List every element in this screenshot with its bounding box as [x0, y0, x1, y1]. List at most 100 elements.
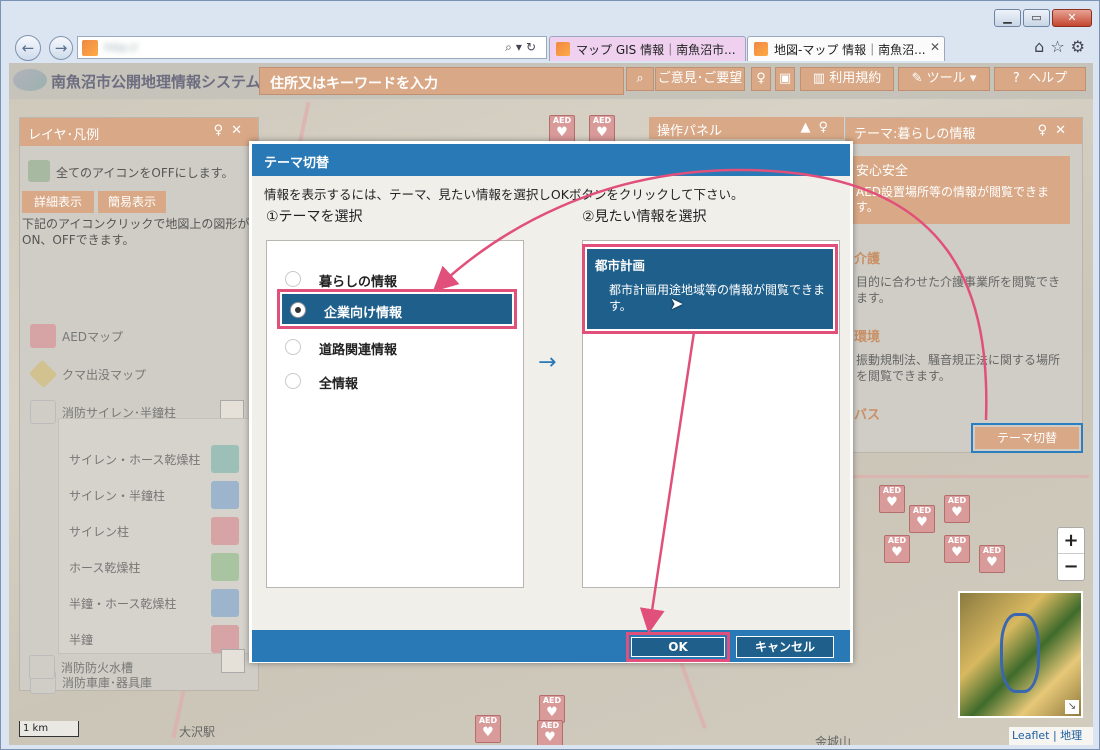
aed-marker-icon[interactable]: AED — [879, 485, 905, 513]
aed-marker-icon[interactable]: AED — [884, 535, 910, 563]
theme-list: 暮らしの情報 企業向け情報 道路関連情報 全情報 — [266, 240, 524, 588]
expand-icon[interactable]: ↘ — [1065, 700, 1079, 714]
sub-item[interactable]: サイレン・ホース乾燥柱 — [69, 445, 239, 473]
theme-card-care-desc: 目的に合わせた介護事業所を閲覧できます。 — [856, 275, 1061, 305]
search-button[interactable]: ⌕ — [626, 67, 654, 91]
address-bar[interactable]: http:// ⌕▾↻ — [77, 36, 547, 59]
pin-icon[interactable]: ♀ — [1038, 123, 1056, 138]
aed-marker-icon[interactable]: AED — [475, 715, 501, 743]
forward-button[interactable]: → — [49, 36, 73, 60]
theme-option-corporate[interactable]: 企業向け情報 — [277, 289, 517, 329]
zoom-out-button[interactable]: − — [1058, 555, 1084, 581]
sub-item[interactable]: 半鐘 — [69, 625, 239, 653]
aed-marker-icon[interactable]: AED — [589, 115, 615, 143]
aed-marker-icon[interactable]: AED — [944, 495, 970, 523]
theme-card-env-title[interactable]: 環境 — [854, 326, 880, 345]
collapse-icon[interactable]: ▲ — [800, 120, 818, 135]
water-tank-icon — [29, 655, 55, 679]
theme-card-care-title[interactable]: 介護 — [854, 248, 880, 267]
map-off-icon[interactable] — [28, 160, 50, 182]
sub-item[interactable]: ホース乾燥柱 — [69, 553, 239, 581]
address-text[interactable]: http:// — [104, 41, 484, 55]
help-label: ヘルプ — [1028, 71, 1068, 86]
dropdown-icon[interactable]: ▾ — [516, 40, 526, 54]
aed-marker-icon[interactable]: AED — [944, 535, 970, 563]
zoom-in-button[interactable]: + — [1058, 528, 1084, 554]
simple-view-button[interactable]: 簡易表示 — [98, 191, 166, 213]
legend-icon[interactable] — [221, 649, 245, 673]
theme-option-road[interactable]: 道路関連情報 — [277, 331, 513, 363]
close-icon[interactable]: ✕ — [1055, 123, 1074, 138]
chat-icon: ▣ — [778, 71, 792, 86]
radio-button[interactable] — [285, 373, 301, 389]
home-icon[interactable]: ⌂ — [1034, 37, 1050, 56]
chat-button[interactable]: ▣ — [775, 67, 795, 91]
sub-item[interactable]: サイレン・半鐘柱 — [69, 481, 239, 509]
radio-button[interactable] — [285, 339, 301, 355]
arrow-right-icon: → — [538, 350, 557, 375]
ok-button[interactable]: OK — [631, 637, 725, 657]
info-option-urban-planning[interactable]: 都市計画 都市計画用途地域等の情報が閲覧できます。 — [582, 244, 838, 334]
lightbulb-button[interactable]: ♀ — [751, 67, 771, 91]
dialog-title: テーマ切替 — [252, 144, 850, 176]
minimize-button[interactable]: ▁ — [994, 9, 1021, 27]
pin-icon[interactable]: ♀ — [818, 120, 836, 135]
pin-icon[interactable]: ♀ — [214, 123, 232, 138]
detail-view-button[interactable]: 詳細表示 — [22, 191, 94, 213]
maximize-button[interactable]: ▭ — [1023, 9, 1050, 27]
radio-button[interactable] — [285, 271, 301, 287]
refresh-icon[interactable]: ↻ — [526, 40, 540, 54]
close-window-button[interactable]: ✕ — [1052, 9, 1092, 27]
help-button[interactable]: ? ヘルプ — [994, 67, 1086, 91]
theme-card-bus-title[interactable]: バス — [854, 404, 880, 423]
address-actions[interactable]: ⌕▾↻ — [505, 40, 540, 55]
terms-button[interactable]: ▥ 利用規約 — [800, 67, 894, 91]
tools-label: ツール — [926, 71, 966, 86]
minimap[interactable]: ↘ — [958, 591, 1083, 718]
search-input[interactable]: 住所又はキーワードを入力 — [259, 67, 624, 95]
tab-close-icon[interactable]: ✕ — [930, 40, 940, 54]
siren-hose-icon — [211, 445, 239, 473]
back-button[interactable]: ← — [15, 35, 41, 61]
radio-button-selected[interactable] — [290, 302, 306, 318]
layer-description: 下記のアイコンクリックで地図上の図形が ON、OFFできます。 — [22, 217, 250, 247]
close-icon[interactable]: ✕ — [231, 123, 250, 138]
operation-panel-header[interactable]: 操作パネル ▲♀ — [649, 117, 844, 139]
map-attribution[interactable]: Leaflet | 地理院 — [1009, 727, 1093, 745]
aed-marker-icon[interactable]: AED — [909, 505, 935, 533]
wrench-icon: ✎ — [911, 71, 927, 86]
cancel-button[interactable]: キャンセル — [736, 636, 834, 658]
gear-icon[interactable]: ⚙ — [1071, 37, 1091, 56]
theme-card-safety[interactable]: 安心安全 AED設置場所等の情報が閲覧できます。 — [850, 156, 1070, 224]
page-header: 南魚沼市公開地理情報システム 住所又はキーワードを入力 ⌕ ご意見･ご要望 ♀ … — [9, 63, 1093, 99]
search-icon[interactable]: ⌕ — [505, 40, 516, 54]
hose-pole-icon — [211, 553, 239, 581]
step2-heading: ②見たい情報を選択 — [582, 209, 707, 225]
all-off-row[interactable]: 全てのアイコンをOFFにします。 — [28, 160, 253, 184]
siren-pole-icon — [211, 517, 239, 545]
tools-button[interactable]: ✎ ツール ▾ — [898, 67, 990, 91]
tab-map-gis[interactable]: マップ GIS 情報｜南魚沼市... — [549, 36, 746, 61]
siren-bell-icon — [211, 481, 239, 509]
aed-marker-icon[interactable]: AED — [549, 115, 575, 143]
bell-hose-icon — [211, 589, 239, 617]
chevron-down-icon: ▾ — [965, 71, 977, 86]
place-label: 大沢駅 — [179, 725, 216, 739]
aed-marker-icon[interactable]: AED — [537, 720, 563, 745]
ok-button-highlight[interactable]: OK — [626, 632, 730, 662]
aed-marker-icon[interactable]: AED — [539, 695, 565, 723]
zoom-control: + − — [1057, 527, 1085, 581]
nav-row: ← → http:// ⌕▾↻ マップ GIS 情報｜南魚沼市... 地図-マッ… — [1, 31, 1100, 63]
info-card-title: 都市計画 — [595, 258, 646, 273]
sub-item[interactable]: 半鐘・ホース乾燥柱 — [69, 589, 239, 617]
aed-marker-icon[interactable]: AED — [979, 545, 1005, 573]
star-icon[interactable]: ☆ — [1050, 37, 1070, 56]
lightbulb-icon: ♀ — [756, 71, 766, 86]
theme-option-all[interactable]: 全情報 — [277, 365, 513, 397]
sub-item[interactable]: サイレン柱 — [69, 517, 239, 545]
theme-switch-button[interactable]: テーマ切替 — [971, 423, 1083, 453]
opinion-button[interactable]: ご意見･ご要望 — [655, 67, 745, 91]
site-favicon-icon — [82, 40, 98, 56]
tab-map-info[interactable]: 地図-マップ 情報｜南魚沼... ✕ — [747, 36, 945, 61]
browser-tools: ⌂☆⚙ — [1034, 37, 1091, 56]
